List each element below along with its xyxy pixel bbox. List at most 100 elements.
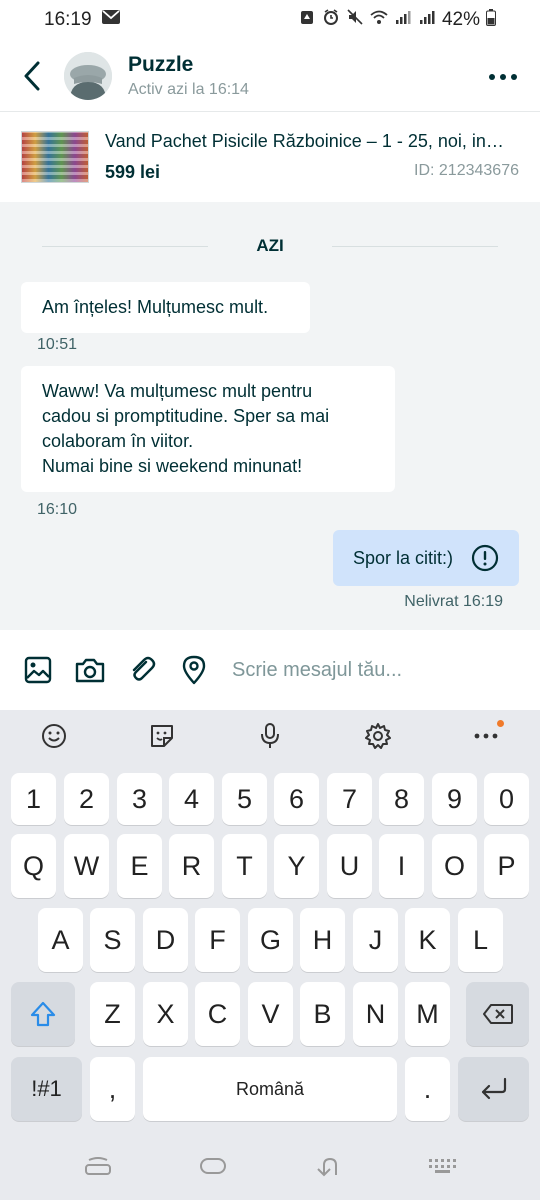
- message-bubble-incoming[interactable]: Waww! Va mulțumesc mult pentru cadou si …: [21, 366, 395, 492]
- chat-header: Puzzle Activ azi la 16:14: [0, 40, 540, 112]
- enter-return-icon: [481, 1077, 506, 1100]
- voice-input-button[interactable]: [216, 710, 324, 762]
- key-c[interactable]: C: [195, 982, 240, 1046]
- more-dots-icon: [474, 733, 498, 739]
- back-nav-button[interactable]: [315, 1155, 341, 1182]
- message-input[interactable]: [232, 658, 532, 682]
- key-f[interactable]: F: [195, 908, 240, 972]
- key-g[interactable]: G: [248, 908, 293, 972]
- listing-thumbnail: [21, 131, 89, 183]
- key-e[interactable]: E: [117, 834, 162, 898]
- keyboard-grid-icon: [429, 1158, 457, 1173]
- key-h[interactable]: H: [300, 908, 345, 972]
- key-l[interactable]: L: [458, 908, 503, 972]
- period-key[interactable]: .: [405, 1057, 450, 1121]
- key-9[interactable]: 9: [432, 773, 477, 825]
- key-5[interactable]: 5: [222, 773, 267, 825]
- shift-arrow-icon: [30, 1001, 56, 1027]
- more-options-button[interactable]: [488, 62, 518, 92]
- key-r[interactable]: R: [169, 834, 214, 898]
- key-k[interactable]: K: [405, 908, 450, 972]
- day-separator: AZI: [42, 236, 499, 256]
- key-x[interactable]: X: [143, 982, 188, 1046]
- key-2[interactable]: 2: [64, 773, 109, 825]
- key-8[interactable]: 8: [379, 773, 424, 825]
- message-bubble-incoming[interactable]: Am înțeles! Mulțumesc mult.: [21, 282, 310, 333]
- camera-icon: [75, 658, 105, 683]
- keyboard-hide-icon: [84, 1156, 111, 1175]
- key-u[interactable]: U: [327, 834, 372, 898]
- chat-area[interactable]: AZI Am înțeles! Mulțumesc mult. 10:51 Wa…: [0, 202, 540, 630]
- mute-icon: [346, 9, 364, 31]
- gmail-notification-icon: [101, 9, 120, 31]
- key-a[interactable]: A: [38, 908, 83, 972]
- keyboard-grid-button[interactable]: [428, 1158, 457, 1179]
- message-bubble-outgoing[interactable]: Spor la citit:): [333, 530, 519, 586]
- emoji-button[interactable]: [0, 710, 108, 762]
- contact-info[interactable]: Puzzle Activ azi la 16:14: [128, 53, 249, 99]
- key-o[interactable]: O: [432, 834, 477, 898]
- key-3[interactable]: 3: [117, 773, 162, 825]
- home-button[interactable]: [199, 1157, 227, 1180]
- system-nav-bar: [0, 1136, 540, 1200]
- space-key[interactable]: Română: [143, 1057, 397, 1121]
- back-nav-icon: [317, 1157, 337, 1176]
- message-composer: [0, 630, 540, 710]
- key-i[interactable]: I: [379, 834, 424, 898]
- enter-key[interactable]: [458, 1057, 529, 1121]
- notification-dot: [497, 720, 504, 727]
- battery-percent: 42%: [441, 9, 480, 30]
- listing-card[interactable]: Vand Pachet Pisicile Războinice – 1 - 25…: [0, 112, 540, 202]
- status-time: 16:19: [44, 9, 92, 30]
- key-4[interactable]: 4: [169, 773, 214, 825]
- home-pill-icon: [200, 1157, 227, 1174]
- key-q[interactable]: Q: [11, 834, 56, 898]
- back-arrow-icon: [24, 61, 40, 90]
- paperclip-icon: [132, 656, 156, 681]
- key-z[interactable]: Z: [90, 982, 135, 1046]
- sticker-button[interactable]: [108, 710, 216, 762]
- camera-button[interactable]: [64, 644, 116, 696]
- key-p[interactable]: P: [484, 834, 529, 898]
- alert-circle-icon[interactable]: [471, 544, 499, 572]
- key-t[interactable]: T: [222, 834, 267, 898]
- microphone-icon: [261, 723, 279, 748]
- key-6[interactable]: 6: [274, 773, 319, 825]
- alarm-icon: [322, 9, 340, 31]
- keyboard-switch-button[interactable]: [84, 1156, 112, 1180]
- key-d[interactable]: D: [143, 908, 188, 972]
- key-y[interactable]: Y: [274, 834, 319, 898]
- key-0[interactable]: 0: [484, 773, 529, 825]
- key-w[interactable]: W: [64, 834, 109, 898]
- key-m[interactable]: M: [405, 982, 450, 1046]
- location-pin-icon: [182, 655, 206, 685]
- emoji-icon: [42, 724, 66, 748]
- key-7[interactable]: 7: [327, 773, 372, 825]
- attach-file-button[interactable]: [116, 644, 168, 696]
- signal-icon: [394, 9, 412, 31]
- symbols-key[interactable]: !#1: [11, 1057, 82, 1121]
- listing-title: Vand Pachet Pisicile Războinice – 1 - 25…: [105, 131, 504, 151]
- send-location-button[interactable]: [168, 644, 220, 696]
- key-n[interactable]: N: [353, 982, 398, 1046]
- image-icon: [24, 656, 52, 684]
- shift-key[interactable]: [11, 982, 75, 1046]
- attach-image-button[interactable]: [12, 644, 64, 696]
- key-j[interactable]: J: [353, 908, 398, 972]
- message-time: 10:51: [37, 336, 78, 353]
- avatar[interactable]: [64, 51, 112, 100]
- key-1[interactable]: 1: [11, 773, 56, 825]
- key-b[interactable]: B: [300, 982, 345, 1046]
- back-button[interactable]: [0, 40, 64, 112]
- delivery-status: Nelivrat 16:19: [404, 593, 503, 610]
- key-s[interactable]: S: [90, 908, 135, 972]
- comma-key[interactable]: ,: [90, 1057, 135, 1121]
- sticker-icon: [151, 725, 173, 747]
- backspace-key[interactable]: [466, 982, 529, 1046]
- keyboard-settings-button[interactable]: [324, 710, 432, 762]
- user-avatar-icon: [64, 51, 112, 100]
- gear-icon: [365, 723, 391, 749]
- keyboard-more-button[interactable]: [432, 710, 540, 762]
- key-v[interactable]: V: [248, 982, 293, 1046]
- listing-price: 599 lei: [105, 162, 161, 182]
